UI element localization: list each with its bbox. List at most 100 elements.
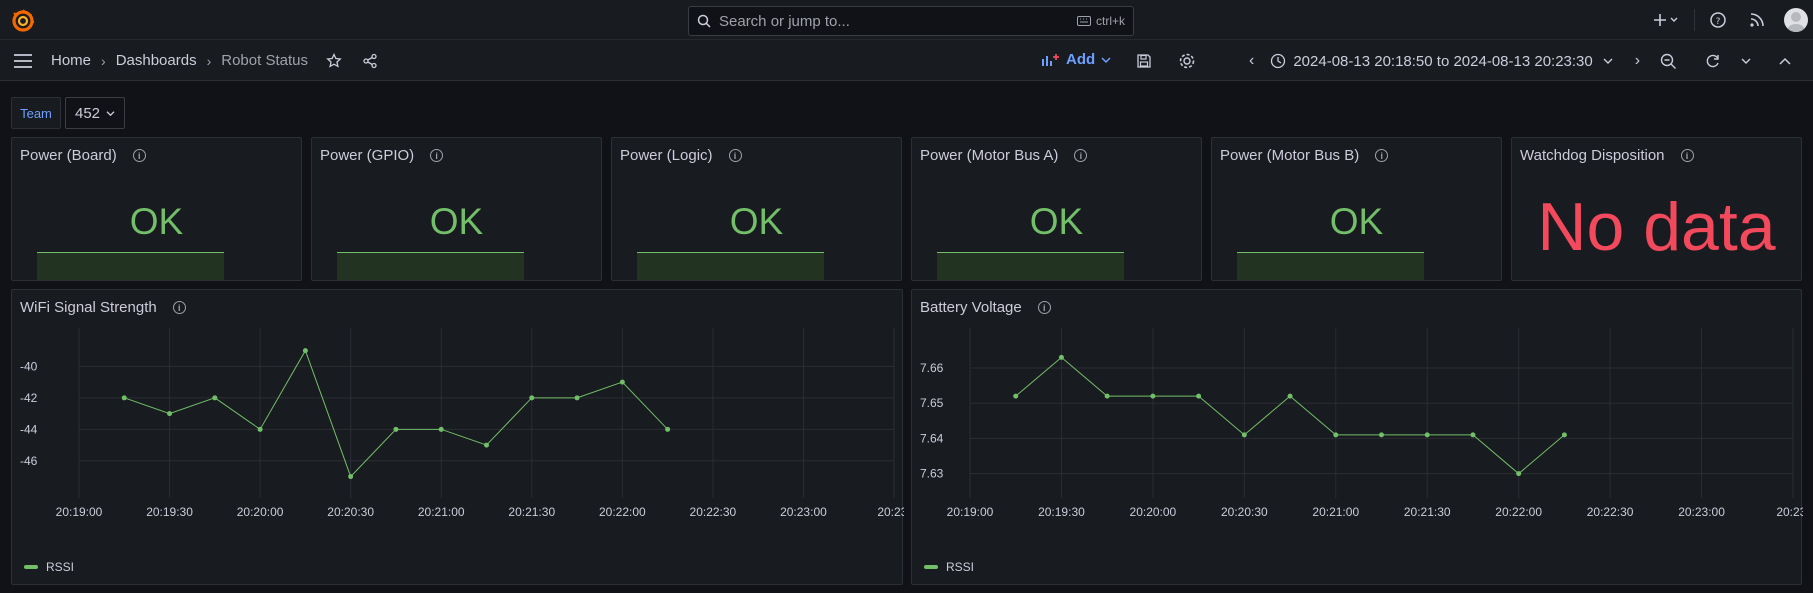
stat-panel-power-logic[interactable]: Power (Logic) i OK bbox=[611, 137, 902, 281]
data-point[interactable] bbox=[484, 442, 489, 448]
grid bbox=[969, 328, 1794, 498]
help-button[interactable]: ? bbox=[1709, 10, 1727, 35]
x-tick-label: 20:21:30 bbox=[1404, 505, 1451, 519]
panel-title: Watchdog Disposition bbox=[1520, 147, 1665, 164]
x-tick-label: 20:23:00 bbox=[780, 505, 827, 519]
news-button[interactable] bbox=[1748, 10, 1766, 35]
x-tick-label: 20:21:00 bbox=[418, 505, 465, 519]
stat-panel-power-gpio[interactable]: Power (GPIO) i OK bbox=[311, 137, 602, 281]
legend-swatch bbox=[924, 565, 938, 569]
sparkline bbox=[1237, 252, 1424, 280]
panel-title: Power (Logic) bbox=[620, 147, 713, 164]
stat-value: OK bbox=[729, 201, 784, 242]
stat-panel-watchdog-disposition[interactable]: Watchdog Disposition i No data bbox=[1511, 137, 1802, 281]
data-point[interactable] bbox=[1241, 432, 1247, 438]
stat-panel-power-motor-bus-b[interactable]: Power (Motor Bus B) i OK bbox=[1211, 137, 1502, 281]
data-point[interactable] bbox=[257, 426, 263, 432]
chevron-down-icon[interactable] bbox=[1741, 57, 1751, 65]
data-point[interactable] bbox=[619, 379, 625, 385]
panel-title: WiFi Signal Strength bbox=[20, 299, 157, 316]
data-point[interactable] bbox=[574, 395, 580, 401]
new-menu-button[interactable] bbox=[1650, 10, 1682, 35]
data-point[interactable] bbox=[1424, 432, 1430, 438]
data-point[interactable] bbox=[665, 426, 671, 432]
data-point[interactable] bbox=[438, 426, 444, 432]
data-point[interactable] bbox=[1104, 393, 1110, 399]
save-icon[interactable] bbox=[1136, 53, 1152, 69]
data-point[interactable] bbox=[1379, 432, 1384, 438]
info-icon[interactable]: i bbox=[172, 301, 186, 314]
data-point[interactable] bbox=[1150, 393, 1156, 399]
chevron-right-icon: › bbox=[206, 52, 212, 69]
team-variable-select[interactable]: 452 bbox=[65, 97, 125, 129]
grafana-logo-icon[interactable] bbox=[11, 9, 35, 33]
data-point[interactable] bbox=[1013, 393, 1019, 399]
data-point[interactable] bbox=[1333, 432, 1339, 438]
legend[interactable]: RSSI bbox=[924, 560, 974, 574]
breadcrumb-home[interactable]: Home bbox=[51, 52, 91, 69]
stat-panel-power-board[interactable]: Power (Board) i OK bbox=[11, 137, 302, 281]
share-icon[interactable] bbox=[362, 53, 378, 69]
x-tick-label: 20:21:30 bbox=[508, 505, 555, 519]
team-variable-label: Team bbox=[11, 97, 61, 129]
add-button-label: Add bbox=[1066, 51, 1096, 68]
info-icon[interactable]: i bbox=[1074, 149, 1088, 162]
stat-panel-power-motor-bus-a[interactable]: Power (Motor Bus A) i OK bbox=[911, 137, 1202, 281]
data-point[interactable] bbox=[1287, 393, 1293, 399]
data-point[interactable] bbox=[1470, 432, 1476, 438]
info-icon[interactable]: i bbox=[132, 149, 146, 162]
panel-title: Power (Board) bbox=[20, 147, 117, 164]
search-input[interactable]: Search or jump to... ctrl+k bbox=[688, 6, 1134, 36]
stat-value: OK bbox=[429, 201, 484, 242]
data-point[interactable] bbox=[121, 395, 127, 401]
info-icon[interactable]: i bbox=[430, 149, 444, 162]
time-range-picker[interactable]: ‹ 2024-08-13 20:18:50 to 2024-08-13 20:2… bbox=[1249, 52, 1791, 70]
search-icon bbox=[697, 14, 711, 28]
x-tick-label: 20:21:00 bbox=[1312, 505, 1359, 519]
info-icon[interactable]: i bbox=[1375, 149, 1389, 162]
x-tick-label: 20:20:30 bbox=[327, 505, 374, 519]
chevron-right-icon[interactable]: › bbox=[1635, 52, 1640, 70]
search-placeholder: Search or jump to... bbox=[719, 12, 850, 30]
legend[interactable]: RSSI bbox=[24, 560, 74, 574]
zoom-out-icon[interactable] bbox=[1660, 53, 1677, 70]
info-icon[interactable]: i bbox=[1680, 149, 1694, 162]
x-tick-label: 20:22:30 bbox=[690, 505, 737, 519]
data-point[interactable] bbox=[348, 474, 354, 480]
legend-swatch bbox=[24, 565, 38, 569]
avatar[interactable] bbox=[1784, 8, 1808, 32]
data-point[interactable] bbox=[393, 426, 399, 432]
grid bbox=[78, 328, 895, 498]
info-icon[interactable]: i bbox=[728, 149, 742, 162]
data-point[interactable] bbox=[212, 395, 218, 401]
data-point[interactable] bbox=[1561, 432, 1567, 438]
y-tick-label: -44 bbox=[20, 422, 38, 436]
battery-voltage-chart: 7.66 7.65 7.64 7.63 20:19:00 20:19:30 20:20:00… bbox=[920, 328, 1803, 519]
star-icon[interactable] bbox=[326, 52, 342, 69]
x-tick-label: 20:19:00 bbox=[947, 505, 994, 519]
x-tick-label: 20:22:30 bbox=[1587, 505, 1634, 519]
x-tick-label: 20:22:00 bbox=[599, 505, 646, 519]
data-point[interactable] bbox=[302, 348, 308, 354]
gear-icon[interactable] bbox=[1178, 52, 1196, 70]
battery-voltage-panel[interactable]: 7.66 7.65 7.64 7.63 20:19:00 20:19:30 20:20:00… bbox=[911, 289, 1803, 585]
info-icon[interactable]: i bbox=[1037, 301, 1051, 314]
x-tick-label: 20:23:00 bbox=[1678, 505, 1725, 519]
refresh-icon[interactable] bbox=[1705, 53, 1721, 69]
add-button[interactable]: Add bbox=[1042, 51, 1111, 68]
stat-value: OK bbox=[1329, 201, 1384, 242]
data-point[interactable] bbox=[1058, 354, 1064, 360]
legend-label: RSSI bbox=[946, 560, 975, 574]
data-point[interactable] bbox=[167, 411, 173, 417]
data-point[interactable] bbox=[1516, 471, 1522, 477]
wifi-signal-panel[interactable]: -40 -42 -44 -46 20:19:00 20:19:30 20:20:00 20:2… bbox=[11, 289, 904, 585]
legend-label: RSSI bbox=[46, 560, 75, 574]
breadcrumb-dashboards[interactable]: Dashboards bbox=[116, 52, 197, 69]
chevron-up-icon[interactable] bbox=[1779, 57, 1791, 65]
menu-icon[interactable] bbox=[12, 52, 34, 70]
x-tick-label: 20:20:00 bbox=[237, 505, 284, 519]
data-point[interactable] bbox=[529, 395, 535, 401]
panel-title: Power (Motor Bus A) bbox=[920, 147, 1059, 164]
data-point[interactable] bbox=[1196, 393, 1202, 399]
chevron-left-icon[interactable]: ‹ bbox=[1249, 52, 1254, 70]
